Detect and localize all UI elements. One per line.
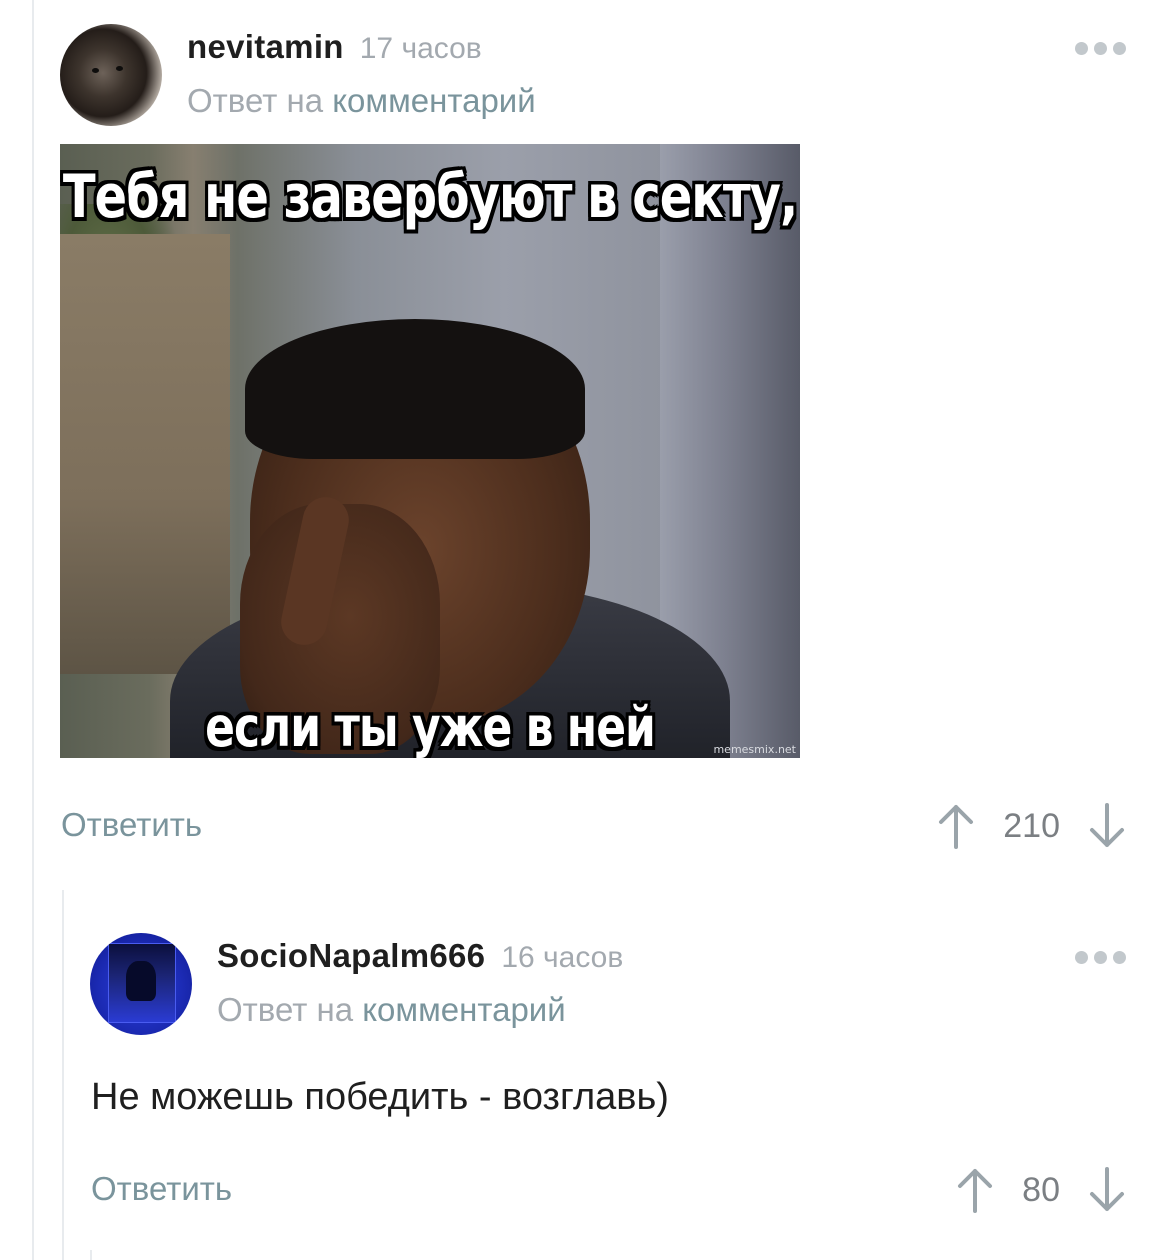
reply-to: Ответ на комментарий	[187, 82, 536, 120]
reply-to-link[interactable]: комментарий	[332, 82, 535, 119]
avatar[interactable]	[90, 933, 192, 1035]
comments-thread: nevitamin 17 часов Ответ на комментарий Т…	[0, 0, 1170, 1260]
meme-bottom-text: если ты уже в ней	[205, 696, 656, 758]
downvote-icon[interactable]	[1088, 1167, 1126, 1213]
comment-image[interactable]: Тебя не завербуют в секту, если ты уже в…	[60, 144, 800, 758]
nested-thread-line-2[interactable]	[90, 1250, 92, 1260]
avatar[interactable]	[60, 24, 162, 126]
reply-to-link[interactable]: комментарий	[362, 991, 565, 1028]
upvote-icon[interactable]	[937, 803, 975, 849]
reply-button[interactable]: Ответить	[91, 1170, 232, 1208]
rating: 80	[1022, 1170, 1060, 1209]
username[interactable]: nevitamin	[187, 28, 344, 65]
meme-top-text: Тебя не завербуют в секту,	[62, 162, 798, 232]
more-options-icon[interactable]	[1075, 42, 1126, 55]
timestamp[interactable]: 16 часов	[501, 941, 623, 974]
more-options-icon[interactable]	[1075, 951, 1126, 964]
reply-to: Ответ на комментарий	[217, 991, 566, 1029]
reply-to-label: Ответ на	[217, 991, 354, 1028]
username[interactable]: SocioNapalm666	[217, 937, 485, 974]
comment-text: Не можешь победить - возглавь)	[91, 1076, 669, 1118]
vote-controls: 210	[937, 803, 1126, 849]
vote-controls: 80	[956, 1167, 1126, 1213]
nested-thread-line[interactable]	[62, 890, 64, 1260]
image-watermark: memesmix.net	[713, 743, 796, 756]
comment-actions: Ответить	[91, 1170, 232, 1208]
reply-button[interactable]: Ответить	[61, 806, 202, 844]
timestamp[interactable]: 17 часов	[360, 32, 482, 65]
downvote-icon[interactable]	[1088, 803, 1126, 849]
comment-header: SocioNapalm666 16 часов	[217, 937, 623, 975]
comment-actions: Ответить	[61, 806, 202, 844]
reply-to-label: Ответ на	[187, 82, 324, 119]
comment: nevitamin 17 часов Ответ на комментарий	[60, 24, 1126, 144]
comment-header: nevitamin 17 часов	[187, 28, 482, 66]
upvote-icon[interactable]	[956, 1167, 994, 1213]
comment: SocioNapalm666 16 часов Ответ на коммента…	[90, 933, 1126, 1053]
thread-line[interactable]	[32, 0, 34, 1260]
rating: 210	[1003, 806, 1060, 845]
